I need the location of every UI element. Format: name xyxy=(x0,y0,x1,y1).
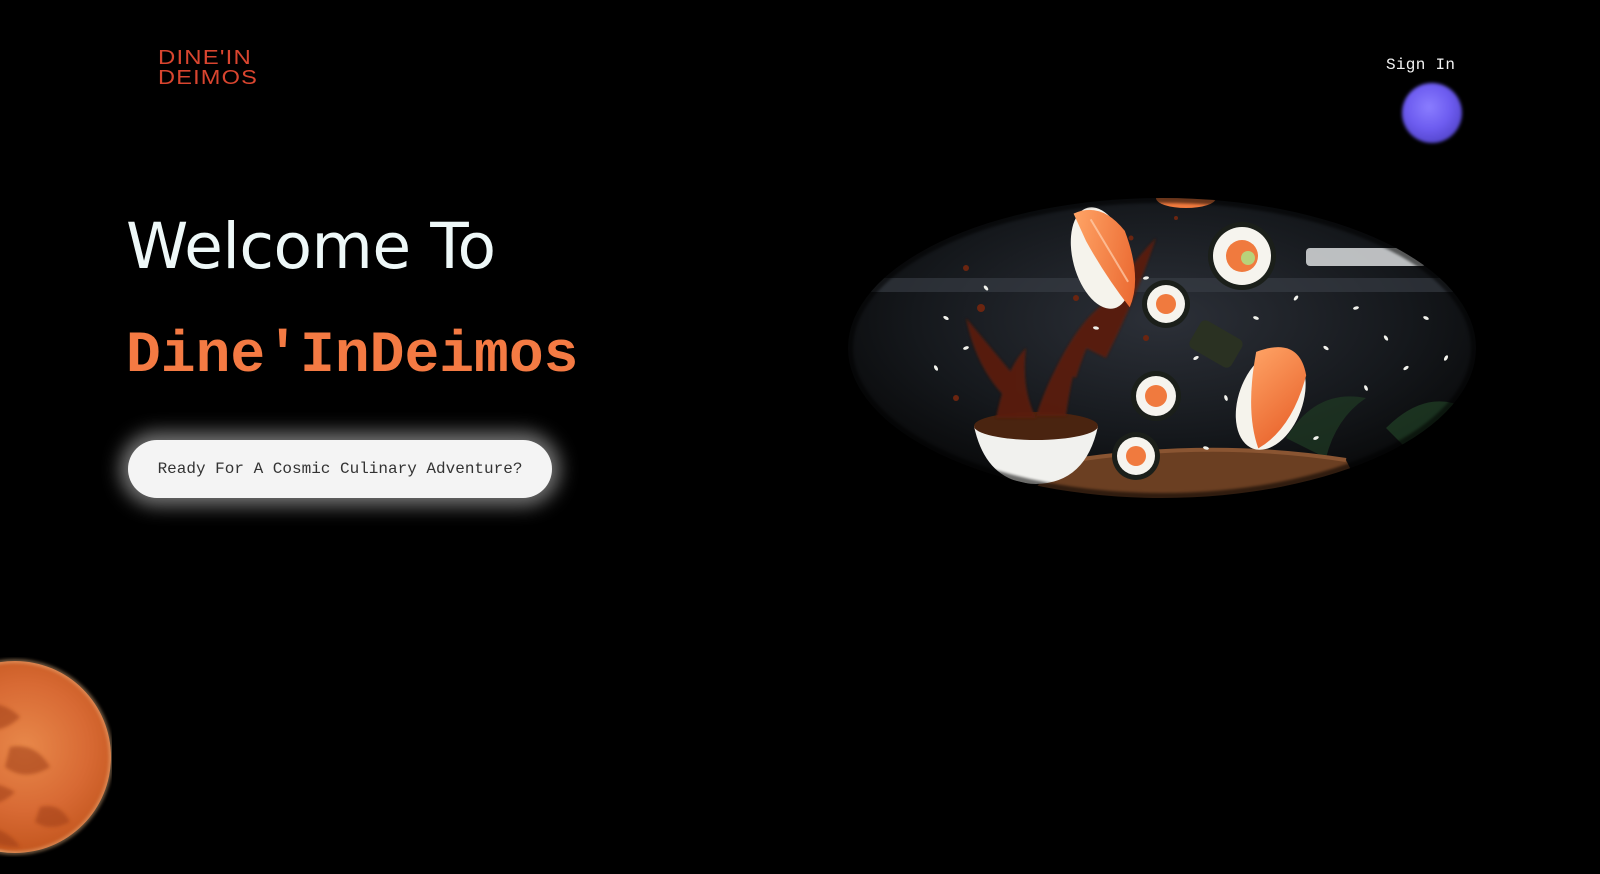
sushi-image xyxy=(846,198,1478,500)
logo-graphic: DINE'IN DEIMOS xyxy=(158,47,258,88)
logo-line-2: DEIMOS xyxy=(158,67,258,88)
mars-planet xyxy=(0,657,112,857)
brand-logo[interactable]: DINE'IN DEIMOS xyxy=(158,46,260,88)
welcome-heading: Welcome To xyxy=(126,210,496,283)
purple-orb xyxy=(1402,83,1462,143)
adventure-cta-button[interactable]: Ready For A Cosmic Culinary Adventure? xyxy=(128,440,552,498)
sign-in-link[interactable]: Sign In xyxy=(1386,56,1455,74)
brand-title: Dine'InDeimos xyxy=(126,324,579,389)
logo-line-1: DINE'IN xyxy=(158,47,252,69)
